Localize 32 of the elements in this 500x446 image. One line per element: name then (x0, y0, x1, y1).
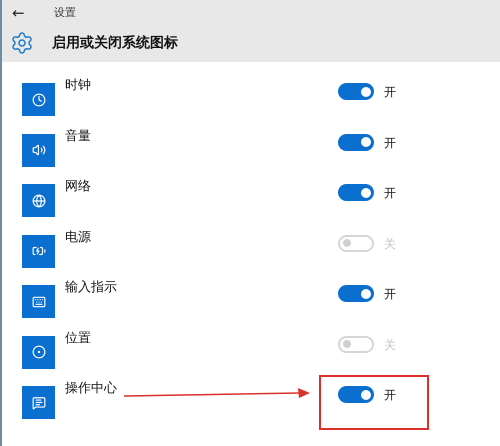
toggle-state: 开 (384, 84, 396, 101)
keyboard-icon (32, 294, 46, 308)
item-label: 输入指示 (65, 279, 117, 297)
message-icon (32, 396, 46, 410)
settings-icon (10, 31, 34, 55)
item-label: 网络 (65, 178, 91, 196)
toggle-switch[interactable] (338, 134, 374, 150)
item-label: 操作中心 (65, 380, 117, 398)
toggle-switch[interactable] (338, 234, 374, 252)
toggle-switch[interactable] (338, 285, 374, 302)
battery-icon (32, 244, 46, 258)
item-label: 位置 (65, 330, 91, 348)
toggle-state: 关 (384, 236, 396, 252)
speaker-icon (32, 143, 46, 157)
globe-icon (32, 194, 46, 208)
toggle-switch[interactable] (338, 336, 374, 352)
toggle-switch[interactable] (338, 83, 374, 100)
toggle-switch[interactable] (338, 184, 374, 201)
toggle-state: 开 (384, 387, 396, 404)
toggle-state: 开 (384, 185, 396, 202)
item-label: 时钟 (65, 77, 91, 95)
toggle-switch[interactable] (338, 386, 374, 403)
toggle-state: 开 (384, 134, 396, 152)
item-label: 音量 (65, 128, 91, 146)
item-label: 电源 (65, 228, 91, 246)
back-button[interactable]: ← (2, 6, 38, 20)
toggle-state: 开 (384, 286, 396, 303)
page-title: 启用或关闭系统图标 (52, 34, 178, 52)
circle-dot-icon (32, 345, 46, 359)
clock-icon (32, 92, 46, 106)
toggle-state: 关 (384, 336, 396, 354)
window-title: 设置 (54, 4, 76, 21)
